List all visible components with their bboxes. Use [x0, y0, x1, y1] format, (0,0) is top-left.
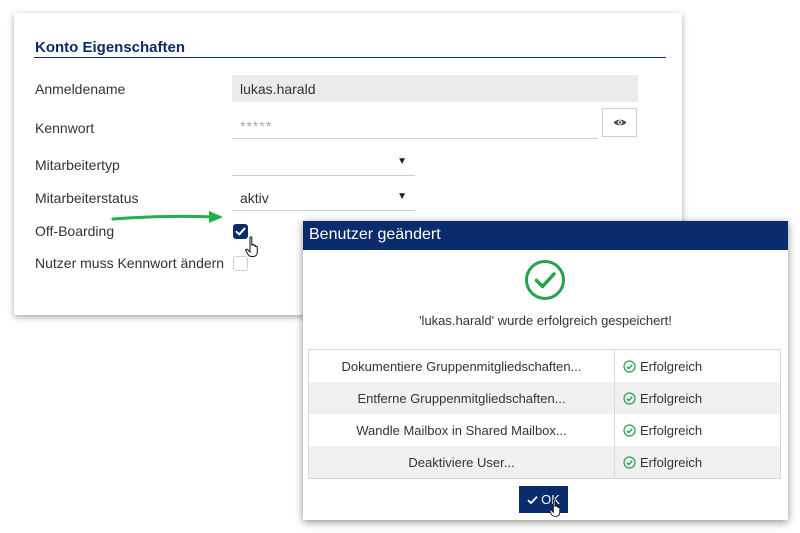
step-status: Erfolgreich	[615, 455, 780, 470]
password-label: Kennwort	[35, 120, 95, 136]
step-status: Erfolgreich	[615, 391, 780, 406]
step-status: Erfolgreich	[615, 423, 780, 438]
status-text: Erfolgreich	[640, 454, 703, 470]
check-circle-icon	[623, 359, 636, 373]
step-name: Dokumentiere Gruppenmitgliedschaften...	[309, 350, 615, 382]
status-text: Erfolgreich	[640, 422, 703, 438]
employee-type-label: Mitarbeitertyp	[35, 157, 120, 173]
table-row: Deaktiviere User... Erfolgreich	[309, 446, 780, 478]
success-message: 'lukas.harald' wurde erfolgreich gespeic…	[419, 313, 672, 328]
employee-status-value: aktiv	[240, 190, 269, 206]
password-placeholder: *****	[240, 118, 273, 134]
employee-status-select[interactable]: aktiv ▼	[232, 184, 415, 211]
panel-title: Konto Eigenschaften	[35, 39, 186, 56]
step-status: Erfolgreich	[615, 359, 780, 374]
step-name: Wandle Mailbox in Shared Mailbox...	[309, 414, 615, 446]
annotation-arrow-icon	[111, 211, 223, 223]
employee-type-select[interactable]: ▼	[232, 149, 415, 176]
dialog-header: Benutzer geändert	[303, 221, 788, 250]
dialog-title: Benutzer geändert	[309, 226, 441, 243]
must-change-password-checkbox[interactable]	[233, 256, 248, 271]
check-circle-icon	[525, 260, 565, 300]
steps-table: Dokumentiere Gruppenmitgliedschaften... …	[308, 349, 781, 479]
table-row: Dokumentiere Gruppenmitgliedschaften... …	[309, 350, 780, 382]
user-changed-dialog: Benutzer geändert 'lukas.harald' wurde e…	[303, 221, 788, 520]
screen: Konto Eigenschaften Anmeldename lukas.ha…	[0, 0, 800, 533]
hand-pointer-icon	[549, 498, 561, 517]
table-row: Entferne Gruppenmitgliedschaften... Erfo…	[309, 382, 780, 414]
hand-pointer-icon	[245, 236, 258, 257]
check-circle-icon	[623, 423, 636, 437]
title-divider	[34, 57, 666, 58]
table-row: Wandle Mailbox in Shared Mailbox... Erfo…	[309, 414, 780, 446]
step-name: Deaktiviere User...	[309, 446, 615, 478]
chevron-down-icon: ▼	[397, 191, 407, 202]
eye-icon	[613, 119, 626, 126]
login-field[interactable]: lukas.harald	[232, 75, 638, 102]
checkmark-icon	[527, 495, 538, 504]
status-text: Erfolgreich	[640, 358, 703, 374]
check-circle-icon	[623, 455, 636, 469]
must-change-password-label: Nutzer muss Kennwort ändern	[35, 255, 225, 271]
password-field[interactable]: *****	[232, 112, 598, 139]
offboarding-label: Off-Boarding	[35, 223, 115, 239]
employee-status-label: Mitarbeiterstatus	[35, 190, 139, 206]
chevron-down-icon: ▼	[397, 156, 407, 167]
show-password-button[interactable]	[602, 108, 637, 137]
check-circle-icon	[623, 391, 636, 405]
step-name: Entferne Gruppenmitgliedschaften...	[309, 382, 615, 414]
status-text: Erfolgreich	[640, 390, 703, 406]
login-label: Anmeldename	[35, 81, 126, 97]
